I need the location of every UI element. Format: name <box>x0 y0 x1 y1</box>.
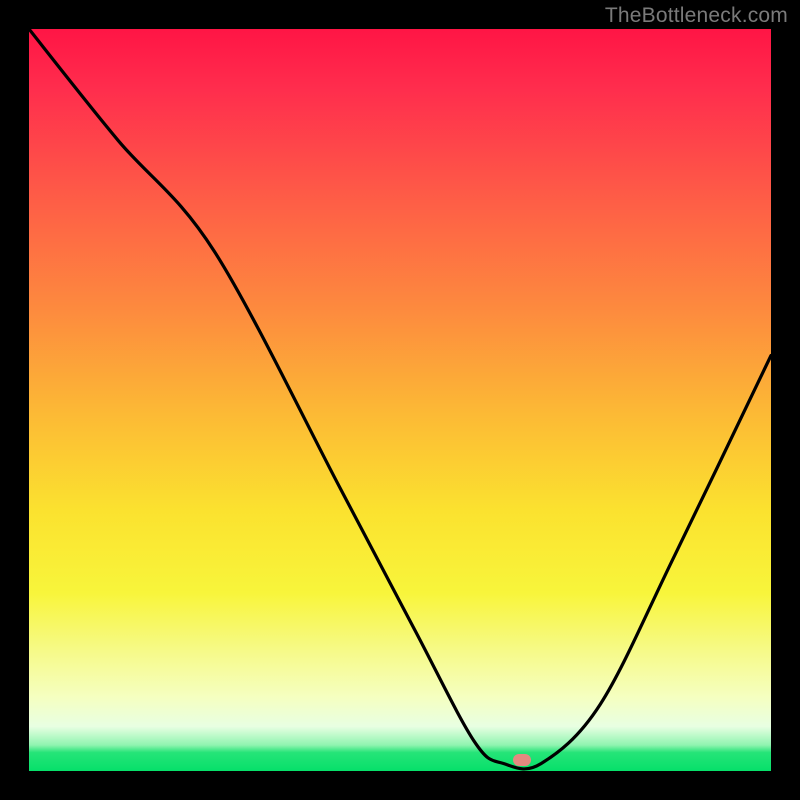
curve-path <box>29 29 771 769</box>
plot-area <box>29 29 771 771</box>
bottleneck-curve <box>29 29 771 771</box>
watermark-text: TheBottleneck.com <box>605 4 788 28</box>
optimal-marker <box>513 754 531 766</box>
chart-frame: TheBottleneck.com <box>0 0 800 800</box>
